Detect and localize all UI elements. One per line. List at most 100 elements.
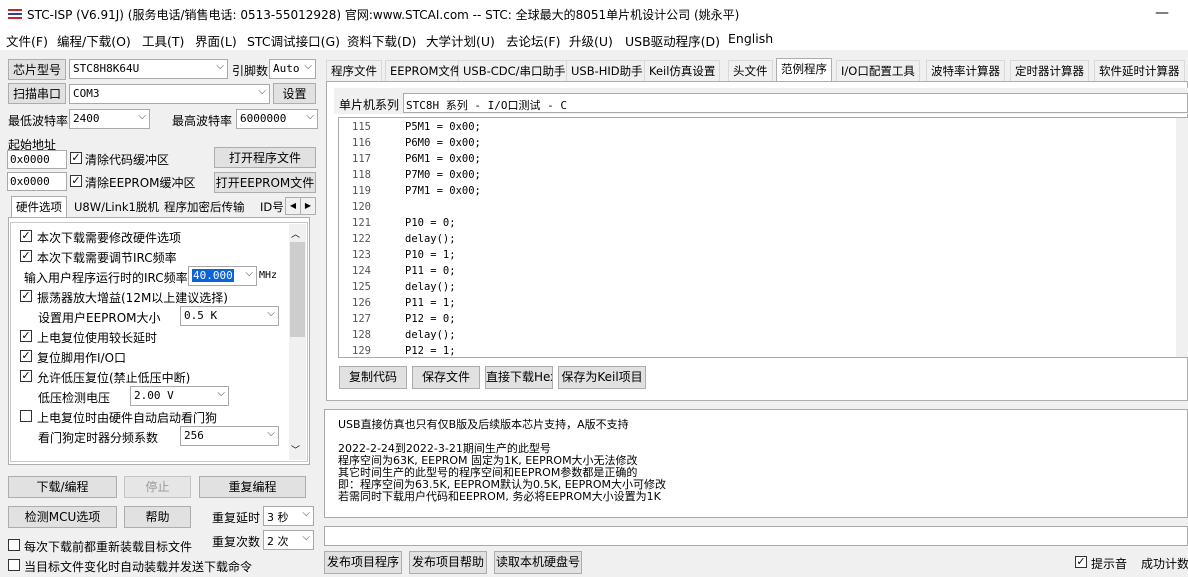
save-file-button[interactable]: 保存文件 — [412, 366, 480, 389]
auto-watchdog-checkbox[interactable] — [20, 410, 32, 422]
reload-each-checkbox[interactable] — [8, 539, 20, 551]
menu-usb-driver[interactable]: USB驱动程序(D) — [625, 31, 720, 50]
auto-watchdog-label: 上电复位时由硬件自动启动看门狗 — [37, 411, 218, 425]
menu-downloads[interactable]: 资料下载(D) — [347, 31, 416, 50]
code-line: P10 = 1; — [405, 249, 456, 261]
publish-program-button[interactable]: 发布项目程序 — [324, 551, 402, 574]
tab-header-file[interactable]: 头文件 — [728, 60, 773, 81]
power-on-delay-checkbox[interactable]: ✓ — [20, 330, 32, 342]
max-baud-value: 6000000 — [240, 112, 287, 125]
tab-program-file[interactable]: 程序文件 — [326, 60, 382, 81]
lvd-voltage-select[interactable]: 2.00 V ⌵ — [130, 386, 229, 406]
menu-program-download[interactable]: 编程/下载(O) — [57, 31, 131, 50]
help-button[interactable]: 帮助 — [124, 506, 191, 528]
code-scrollbar[interactable] — [1176, 118, 1188, 357]
tab-io-config[interactable]: I/O口配置工具 — [836, 60, 920, 81]
read-disk-id-button[interactable]: 读取本机硬盘号 — [494, 551, 582, 574]
oscillator-gain-checkbox[interactable]: ✓ — [20, 290, 32, 302]
chevron-down-icon: ⌵ — [267, 428, 275, 439]
copy-code-button[interactable]: 复制代码 — [339, 366, 407, 389]
menu-interface[interactable]: 界面(L) — [195, 31, 237, 50]
tab-id-number[interactable]: ID号 — [256, 197, 288, 218]
tab-timer-calculator[interactable]: 定时器计算器 — [1010, 60, 1089, 81]
line-number: 121 — [352, 217, 371, 229]
tab-eeprom-file[interactable]: EEPROM文件 — [385, 60, 467, 81]
minimize-button[interactable]: — — [1150, 4, 1174, 24]
line-number: 118 — [352, 169, 371, 181]
menu-file[interactable]: 文件(F) — [6, 31, 48, 50]
scan-port-button[interactable]: 扫描串口 — [8, 83, 66, 104]
reset-pin-io-checkbox[interactable]: ✓ — [20, 350, 32, 362]
download-hex-button[interactable]: 直接下载Hex — [485, 366, 553, 389]
menu-upgrade[interactable]: 升级(U) — [569, 31, 613, 50]
tab-usb-cdc-serial[interactable]: USB-CDC/串口助手 — [458, 60, 571, 81]
modify-hardware-checkbox[interactable]: ✓ — [20, 230, 32, 242]
chip-type-select[interactable]: STC8H8K64U ⌵ — [69, 59, 228, 79]
code-start-address-input[interactable]: 0x0000 — [7, 150, 67, 169]
example-code-editor[interactable]: 115 P5M1 = 0x00; 116 P6M0 = 0x00; 117 P6M1 = … — [338, 117, 1188, 358]
line-number: 126 — [352, 297, 371, 309]
clear-eeprom-checkbox[interactable]: ✓ — [70, 175, 82, 187]
code-line: P7M0 = 0x00; — [405, 169, 481, 181]
chevron-down-icon: ⌵ — [267, 308, 275, 319]
menu-tools[interactable]: 工具(T) — [142, 31, 184, 50]
chevron-down-icon: ⌵ — [302, 532, 310, 543]
min-baud-select[interactable]: 2400 ⌵ — [69, 109, 150, 129]
tab-scroll-right-icon[interactable]: ▶ — [300, 197, 316, 215]
line-number: 124 — [352, 265, 371, 277]
save-keil-project-button[interactable]: 保存为Keil项目 — [558, 366, 646, 389]
detect-mcu-button[interactable]: 检测MCU选项 — [8, 506, 117, 528]
publish-help-button[interactable]: 发布项目帮助 — [409, 551, 487, 574]
download-program-button[interactable]: 下载/编程 — [8, 476, 117, 498]
tab-encrypted-transfer[interactable]: 程序加密后传输 — [160, 197, 249, 218]
menu-stc-debug[interactable]: STC调试接口(G) — [247, 31, 340, 50]
tab-keil-debug[interactable]: Keil仿真设置 — [644, 60, 721, 81]
eeprom-start-address-input[interactable]: 0x0000 — [7, 172, 67, 191]
scroll-up-icon[interactable]: ︿ — [291, 227, 300, 240]
series-field[interactable]: STC8H 系列 - I/O口测试 - C — [403, 93, 1188, 113]
code-line: P5M1 = 0x00; — [405, 121, 481, 133]
sound-checkbox[interactable]: ✓ — [1075, 556, 1087, 568]
tab-scroll-left-icon[interactable]: ◀ — [285, 197, 301, 215]
code-start-address-value: 0x0000 — [10, 153, 50, 166]
line-number: 128 — [352, 329, 371, 341]
tab-hardware-options[interactable]: 硬件选项 — [11, 196, 67, 218]
line-number: 119 — [352, 185, 371, 197]
max-baud-select[interactable]: 6000000 ⌵ — [236, 109, 318, 129]
repeat-count-select[interactable]: 2 次 ⌵ — [263, 530, 314, 550]
lvd-voltage-value: 2.00 V — [134, 389, 174, 402]
tab-example-programs[interactable]: 范例程序 — [776, 58, 832, 82]
settings-button[interactable]: 设置 — [273, 83, 316, 104]
code-line: P11 = 1; — [405, 297, 456, 309]
pins-select[interactable]: Auto ⌵ — [269, 59, 316, 79]
low-voltage-reset-checkbox[interactable]: ✓ — [20, 370, 32, 382]
clear-code-checkbox[interactable]: ✓ — [70, 152, 82, 164]
auto-load-checkbox[interactable] — [8, 559, 20, 571]
tab-delay-calculator[interactable]: 软件延时计算器 — [1094, 60, 1185, 81]
scrollbar-thumb[interactable] — [290, 242, 305, 337]
info-line: USB直接仿真也只有仅B版及后续版本芯片支持，A版不支持 — [338, 418, 629, 431]
chip-type-button[interactable]: 芯片型号 — [8, 59, 66, 80]
repeat-count-label: 重复次数 — [212, 535, 261, 549]
tab-u8w-offline[interactable]: U8W/Link1脱机 — [70, 197, 163, 218]
tab-baud-calculator[interactable]: 波特率计算器 — [926, 60, 1005, 81]
tab-usb-hid[interactable]: USB-HID助手 — [566, 60, 648, 81]
open-program-file-button[interactable]: 打开程序文件 — [214, 147, 316, 168]
sound-label: 提示音 — [1091, 557, 1128, 571]
info-output[interactable]: USB直接仿真也只有仅B版及后续版本芯片支持，A版不支持 2022-2-24到2… — [324, 409, 1188, 518]
clear-code-label: 清除代码缓冲区 — [85, 153, 170, 167]
reprogram-button[interactable]: 重复编程 — [199, 476, 306, 498]
menu-university[interactable]: 大学计划(U) — [426, 31, 495, 50]
stop-button[interactable]: 停止 — [124, 476, 191, 498]
port-select[interactable]: COM3 ⌵ — [69, 84, 270, 104]
open-eeprom-file-button[interactable]: 打开EEPROM文件 — [214, 172, 316, 193]
line-number: 117 — [352, 153, 371, 165]
scroll-down-icon[interactable]: ﹀ — [291, 443, 300, 456]
menu-forum[interactable]: 去论坛(F) — [506, 31, 560, 50]
eeprom-size-select[interactable]: 0.5 K ⌵ — [180, 306, 279, 326]
menu-english[interactable]: English — [728, 31, 773, 46]
irc-frequency-select[interactable]: 40.000 ⌵ — [188, 266, 257, 286]
watchdog-divider-select[interactable]: 256 ⌵ — [180, 426, 279, 446]
repeat-delay-select[interactable]: 3 秒 ⌵ — [263, 506, 314, 526]
adjust-irc-checkbox[interactable]: ✓ — [20, 250, 32, 262]
